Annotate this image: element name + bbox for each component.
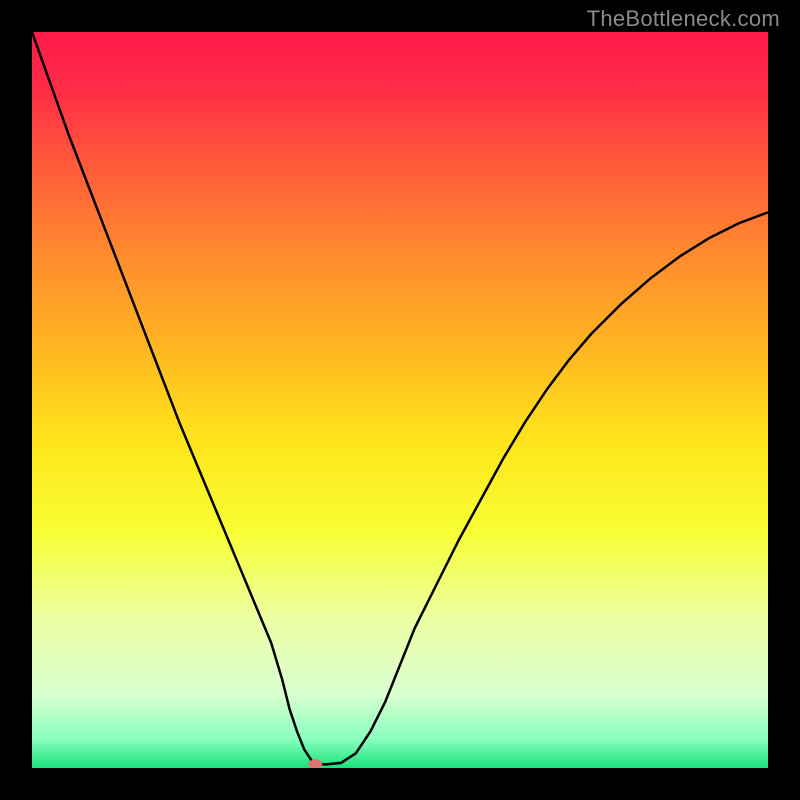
chart-svg: [32, 32, 768, 768]
chart-frame: TheBottleneck.com: [0, 0, 800, 800]
plot-area: [32, 32, 768, 768]
gradient-background: [32, 32, 768, 768]
watermark-text: TheBottleneck.com: [587, 6, 780, 32]
